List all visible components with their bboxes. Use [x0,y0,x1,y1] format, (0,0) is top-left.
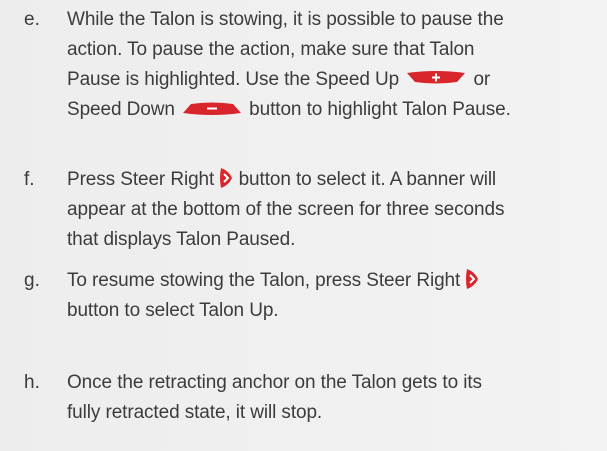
step-line: appear at the bottom of the screen for t… [67,199,505,220]
step-line: Once the retracting anchor on the Talon … [67,372,482,393]
step-line-part: button to highlight Talon Pause. [249,99,511,120]
step-line: Pause is highlighted. Use the Speed Up o… [67,65,595,95]
speed-up-icon [404,70,468,86]
step-line-part: button to select it. A banner will [238,169,497,190]
step-line-part: Speed Down [67,99,175,120]
steer-right-icon [219,167,233,189]
step-line-part: To resume stowing the Talon, press Steer… [67,270,461,291]
step-text: Press Steer Right button to select it. A… [67,165,595,255]
step-text: Once the retracting anchor on the Talon … [67,368,595,428]
step-line-part: Press Steer Right [67,169,215,190]
step-line: button to select Talon Up. [67,300,279,321]
step-letter: e. [24,9,40,30]
step-line: While the Talon is stowing, it is possib… [67,9,504,30]
step-text: To resume stowing the Talon, press Steer… [67,266,595,326]
step-line: action. To pause the action, make sure t… [67,39,475,60]
step-line: Speed Down button to highlight Talon Pau… [67,95,595,125]
step-letter: h. [24,372,40,393]
speed-down-icon [180,100,244,116]
step-text: While the Talon is stowing, it is possib… [67,5,595,125]
step-line: that displays Talon Paused. [67,229,296,250]
step-letter: f. [24,169,35,190]
step-line: Press Steer Right button to select it. A… [67,165,595,195]
step-line-part: Pause is highlighted. Use the Speed Up [67,69,400,90]
step-line-part: or [473,69,491,90]
step-line: fully retracted state, it will stop. [67,402,323,423]
step-letter: g. [24,270,40,291]
manual-page: e. While the Talon is stowing, it is pos… [0,0,607,451]
steer-right-icon [465,268,479,290]
step-line: To resume stowing the Talon, press Steer… [67,266,595,296]
